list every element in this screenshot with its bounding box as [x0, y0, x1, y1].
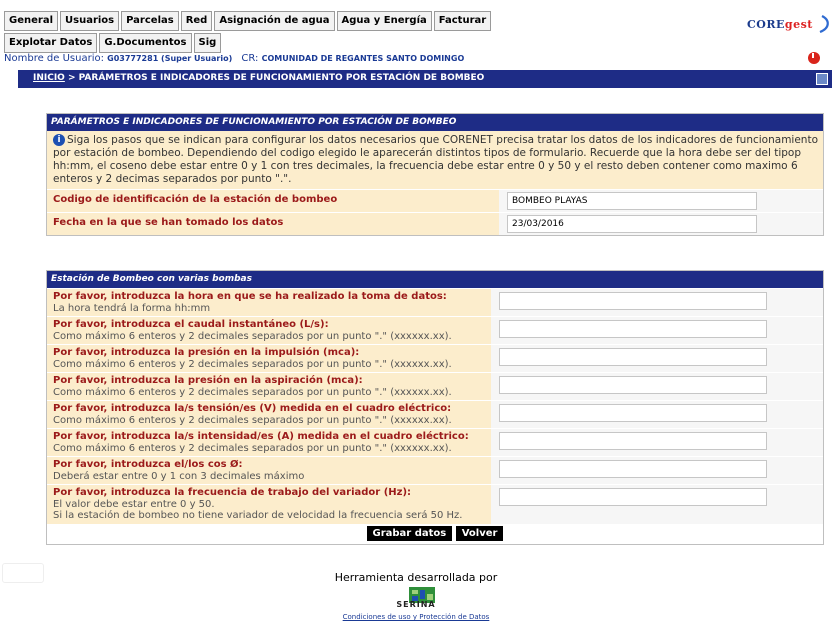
- tension-input[interactable]: [499, 404, 767, 422]
- cr-value: COMUNIDAD DE REGANTES SANTO DOMINGO: [261, 54, 465, 63]
- data-date-row: Fecha en la que se han tomado los datos: [47, 212, 823, 235]
- data-date-label: Fecha en la que se han tomado los datos: [47, 213, 499, 235]
- params-info-text: Siga los pasos que se indican para confi…: [53, 134, 818, 185]
- question-frecuencia-label: Por favor, introduzca la frecuencia de t…: [53, 487, 412, 498]
- nav-facturar-button[interactable]: Facturar: [433, 11, 492, 31]
- caudal-input[interactable]: [499, 320, 767, 338]
- nav-explotar-datos-button[interactable]: Explotar Datos: [4, 33, 98, 53]
- params-panel-title: PARÁMETROS E INDICADORES DE FUNCIONAMIEN…: [47, 114, 823, 131]
- info-icon: i: [53, 134, 65, 146]
- question-tension-hint: Como máximo 6 enteros y 2 decimales sepa…: [53, 414, 452, 426]
- question-row-tension: Por favor, introduzca la/s tensión/es (V…: [47, 400, 823, 428]
- breadcrumb-home-link[interactable]: INICIO: [33, 73, 65, 83]
- back-button[interactable]: Volver: [455, 525, 504, 541]
- params-info-box: i Siga los pasos que se indican para conf…: [47, 131, 823, 189]
- main-nav-row-1: General Usuarios Parcelas Red Asignación…: [4, 11, 492, 31]
- user-value: G03777281 (Super Usuario): [107, 54, 233, 63]
- breadcrumb: INICIO > PARÁMETROS E INDICADORES DE FUN…: [33, 73, 484, 83]
- main-nav-row-2: Explotar Datos G.Documentos Sig: [4, 33, 222, 53]
- data-date-field[interactable]: [507, 215, 757, 233]
- window-toggle-icon[interactable]: [816, 73, 828, 85]
- question-presion-impulsion-hint: Como máximo 6 enteros y 2 decimales sepa…: [53, 358, 452, 370]
- logo-text-core: CORE: [747, 18, 785, 31]
- nav-parcelas-button[interactable]: Parcelas: [121, 11, 179, 31]
- question-intensidad-hint: Como máximo 6 enteros y 2 decimales sepa…: [53, 442, 452, 454]
- station-code-field[interactable]: [507, 192, 757, 210]
- nav-gdocumentos-button[interactable]: G.Documentos: [99, 33, 192, 53]
- cr-label: CR:: [241, 53, 259, 64]
- question-cos-hint: Deberá estar entre 0 y 1 con 3 decimales…: [53, 470, 305, 482]
- question-cos-label: Por favor, introduzca el/los cos Ø:: [53, 459, 243, 470]
- breadcrumb-separator: >: [64, 73, 79, 83]
- question-intensidad-label: Por favor, introduzca la/s intensidad/es…: [53, 431, 469, 442]
- question-frecuencia-hint-2: Si la estación de bombeo no tiene variad…: [53, 510, 463, 521]
- question-row-hora: Por favor, introduzca la hora en que se …: [47, 288, 823, 316]
- user-info-line: Nombre de Usuario: G03777281 (Super Usua…: [4, 53, 464, 64]
- presion-aspiracion-input[interactable]: [499, 376, 767, 394]
- question-caudal-hint: Como máximo 6 enteros y 2 decimales sepa…: [53, 330, 452, 342]
- nav-usuarios-button[interactable]: Usuarios: [60, 11, 120, 31]
- logo-swirl-icon: [819, 15, 829, 34]
- logout-power-icon[interactable]: [808, 52, 820, 64]
- question-frecuencia-hint: El valor debe estar entre 0 y 50.: [53, 498, 215, 510]
- question-presion-impulsion-label: Por favor, introduzca la presión en la i…: [53, 347, 360, 358]
- user-label: Nombre de Usuario:: [4, 53, 104, 64]
- question-hora-hint: La hora tendrá la forma hh:mm: [53, 302, 211, 314]
- question-row-cos: Por favor, introduzca el/los cos Ø: Deber…: [47, 456, 823, 484]
- nav-asignacion-agua-button[interactable]: Asignación de agua: [214, 11, 335, 31]
- question-row-caudal: Por favor, introduzca el caudal instantá…: [47, 316, 823, 344]
- question-tension-label: Por favor, introduzca la/s tensión/es (V…: [53, 403, 452, 414]
- breadcrumb-current: PARÁMETROS E INDICADORES DE FUNCIONAMIEN…: [78, 73, 485, 83]
- question-hora-label: Por favor, introduzca la hora en que se …: [53, 291, 447, 302]
- question-caudal-label: Por favor, introduzca el caudal instantá…: [53, 319, 329, 330]
- serina-company-text: SERINA: [396, 600, 436, 609]
- multi-pump-panel: Estación de Bombeo con varias bombas Por…: [46, 270, 824, 545]
- coregest-logo: COREgest: [747, 18, 813, 31]
- breadcrumb-bar: INICIO > PARÁMETROS E INDICADORES DE FUN…: [18, 70, 832, 88]
- question-presion-aspiracion-label: Por favor, introduzca la presión en la a…: [53, 375, 363, 386]
- question-row-intensidad: Por favor, introduzca la/s intensidad/es…: [47, 428, 823, 456]
- conditions-link[interactable]: Condiciones de uso y Protección de Datos: [0, 613, 832, 621]
- multi-pump-panel-title: Estación de Bombeo con varias bombas: [47, 271, 823, 288]
- developed-by-text: Herramienta desarrollada por: [334, 571, 498, 584]
- presion-impulsion-input[interactable]: [499, 348, 767, 366]
- save-button[interactable]: Grabar datos: [366, 525, 453, 541]
- intensidad-input[interactable]: [499, 432, 767, 450]
- params-panel: PARÁMETROS E INDICADORES DE FUNCIONAMIEN…: [46, 113, 824, 236]
- question-row-presion-aspiracion: Por favor, introduzca la presión en la a…: [47, 372, 823, 400]
- question-row-frecuencia: Por favor, introduzca la frecuencia de t…: [47, 484, 823, 524]
- nav-agua-energia-button[interactable]: Agua y Energía: [336, 11, 432, 31]
- frecuencia-input[interactable]: [499, 488, 767, 506]
- question-presion-aspiracion-hint: Como máximo 6 enteros y 2 decimales sepa…: [53, 386, 452, 398]
- logo-text-gest: gest: [784, 18, 813, 31]
- hora-input[interactable]: [499, 292, 767, 310]
- question-row-presion-impulsion: Por favor, introduzca la presión en la i…: [47, 344, 823, 372]
- nav-general-button[interactable]: General: [4, 11, 58, 31]
- station-code-label: Codigo de identificación de la estación …: [47, 190, 499, 212]
- form-actions: Grabar datos Volver: [47, 523, 823, 544]
- station-code-row: Codigo de identificación de la estación …: [47, 189, 823, 212]
- nav-sig-button[interactable]: Sig: [193, 33, 222, 53]
- cos-input[interactable]: [499, 460, 767, 478]
- nav-red-button[interactable]: Red: [180, 11, 213, 31]
